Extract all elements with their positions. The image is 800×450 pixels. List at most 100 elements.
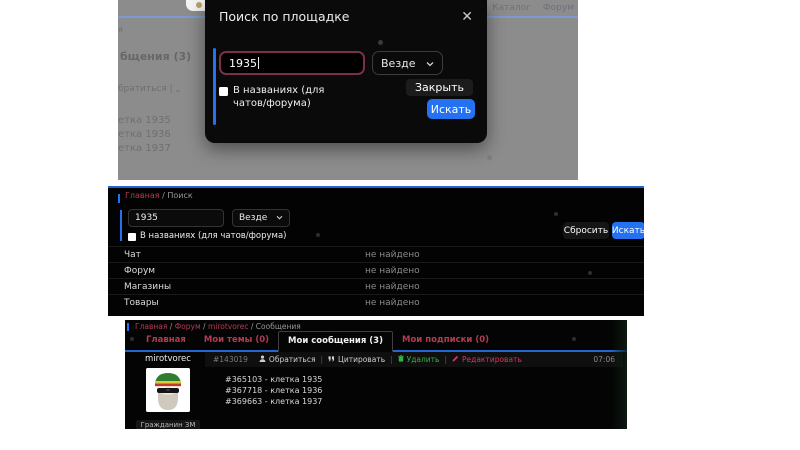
- titles-only-checkbox[interactable]: [128, 233, 136, 241]
- chevron-down-icon: [426, 57, 434, 70]
- results-search-value: 1935: [135, 213, 158, 223]
- modal-search-button[interactable]: Искать: [427, 99, 475, 119]
- watermark-dot: [378, 40, 383, 45]
- avatar[interactable]: [146, 368, 190, 412]
- message-id: #143019: [213, 355, 248, 364]
- profile-tabs: Главная Мои темы (0) Мои сообщения (3) М…: [125, 332, 627, 352]
- tab-my-subscriptions[interactable]: Мои подписки (0): [393, 331, 498, 350]
- person-icon: [259, 355, 266, 364]
- result-category: Товары: [124, 298, 159, 308]
- breadcrumb-current: Сообщения: [256, 322, 301, 331]
- watermark-dot: [572, 337, 576, 341]
- breadcrumb-home-link[interactable]: Главная: [135, 322, 167, 331]
- avatar-image: [146, 368, 190, 412]
- table-row: Магазины не найдено: [108, 278, 644, 294]
- quote-action[interactable]: Цитировать: [328, 355, 385, 364]
- modal-scope-value: Везде: [381, 57, 416, 70]
- close-icon[interactable]: ✕: [461, 10, 473, 24]
- result-category: Чат: [124, 250, 141, 260]
- delete-action[interactable]: Удалить: [398, 355, 440, 364]
- watermark-dot: [487, 155, 492, 160]
- action-separator: |: [444, 355, 447, 364]
- breadcrumb-current: Поиск: [167, 191, 192, 200]
- breadcrumb-home-link[interactable]: Главная: [125, 191, 160, 200]
- bg-fragment: я: [118, 25, 123, 34]
- edit-label: Редактировать: [462, 355, 522, 364]
- results-search-input[interactable]: 1935: [128, 209, 224, 227]
- message-line: #369663 - клетка 1937: [225, 396, 322, 407]
- accent-bar: [213, 48, 216, 125]
- trash-icon: [398, 355, 404, 364]
- tab-my-messages[interactable]: Мои сообщения (3): [278, 331, 393, 352]
- result-status: не найдено: [365, 282, 420, 292]
- screenshot-canvas: Каталог Форум я бщения (3) братиться | „…: [0, 0, 800, 450]
- bg-fragment-line1: етка 1935: [118, 115, 171, 126]
- user-rank-badge: Гражданин ЗМ: [136, 420, 201, 429]
- accent-bar: [120, 210, 122, 241]
- reply-action[interactable]: Обратиться: [259, 355, 316, 364]
- modal-search-value: 1935: [229, 57, 257, 70]
- result-status: не найдено: [365, 298, 420, 308]
- breadcrumb-user-link[interactable]: mirotvorec: [208, 322, 249, 331]
- titles-only-label: В названиях (для чатов/форума): [140, 231, 287, 241]
- message-header: #143019 Обратиться | Цитировать | Удалит…: [205, 352, 623, 367]
- breadcrumb: Главная / Форум / mirotvorec / Сообщения: [135, 322, 301, 331]
- message-line: #365103 - клетка 1935: [225, 374, 322, 385]
- table-row: Товары не найдено: [108, 294, 644, 310]
- search-button[interactable]: Искать: [612, 222, 644, 239]
- accent-bar: [118, 194, 120, 203]
- quote-label: Цитировать: [338, 355, 385, 364]
- delete-label: Удалить: [407, 355, 440, 364]
- modal-close-button[interactable]: Закрыть: [406, 79, 473, 96]
- accent-bar: [127, 323, 129, 331]
- edit-action[interactable]: Редактировать: [452, 355, 522, 364]
- nav-forum-link[interactable]: Форум: [543, 3, 574, 13]
- panel-top-accent: [108, 186, 644, 188]
- result-status: не найдено: [365, 250, 420, 260]
- nav-catalog-link[interactable]: Каталог: [492, 3, 531, 13]
- watermark-dot: [130, 337, 134, 341]
- action-separator: |: [390, 355, 393, 364]
- results-table: Чат не найдено Форум не найдено Магазины…: [108, 246, 644, 310]
- username[interactable]: mirotvorec: [131, 354, 205, 364]
- chevron-down-icon: [276, 213, 283, 223]
- breadcrumb-separator: /: [170, 322, 173, 331]
- text-caret: [258, 57, 259, 69]
- result-category: Форум: [124, 266, 155, 276]
- pencil-icon: [452, 355, 459, 364]
- tab-main[interactable]: Главная: [137, 331, 195, 350]
- tab-my-topics[interactable]: Мои темы (0): [195, 331, 278, 350]
- modal-scope-select[interactable]: Везде: [372, 51, 443, 75]
- result-category: Магазины: [124, 282, 171, 292]
- panel-forum-messages: Главная / Форум / mirotvorec / Сообщения…: [125, 320, 627, 429]
- breadcrumb-separator: /: [162, 191, 165, 200]
- titles-only-checkbox[interactable]: [219, 87, 228, 96]
- modal-search-input[interactable]: 1935: [219, 51, 365, 75]
- panel-search-results: Главная / Поиск 1935 Везде В названиях (…: [108, 186, 644, 316]
- user-card: mirotvorec Гражданин ЗМ: [131, 354, 205, 429]
- bg-fragment-reply: братиться | „: [118, 84, 180, 94]
- search-modal: Поиск по площадке ✕ 1935 Везде В названи…: [205, 0, 487, 143]
- breadcrumb: Главная / Поиск: [125, 191, 193, 200]
- table-row: Чат не найдено: [108, 246, 644, 262]
- modal-title: Поиск по площадке: [219, 9, 350, 24]
- breadcrumb-forum-link[interactable]: Форум: [175, 322, 201, 331]
- bg-fragment-messages-tab: бщения (3): [120, 50, 191, 63]
- titles-only-label: В названиях (для чатов/форума): [233, 84, 349, 110]
- breadcrumb-separator: /: [251, 322, 254, 331]
- bg-fragment-line3: етка 1937: [118, 143, 171, 154]
- quote-icon: [328, 355, 335, 364]
- results-scope-value: Везде: [239, 213, 267, 223]
- reset-button[interactable]: Сбросить: [563, 222, 609, 239]
- watermark-dot: [316, 233, 320, 237]
- reply-label: Обратиться: [269, 355, 316, 364]
- message-line: #367718 - клетка 1936: [225, 385, 322, 396]
- result-status: не найдено: [365, 266, 420, 276]
- table-row: Форум не найдено: [108, 262, 644, 278]
- message-time: 07:06: [593, 355, 615, 364]
- message-body: #365103 - клетка 1935 #367718 - клетка 1…: [225, 374, 322, 407]
- action-separator: |: [320, 355, 323, 364]
- bg-fragment-line2: етка 1936: [118, 129, 171, 140]
- watermark-dot: [554, 212, 558, 216]
- results-scope-select[interactable]: Везде: [232, 209, 290, 227]
